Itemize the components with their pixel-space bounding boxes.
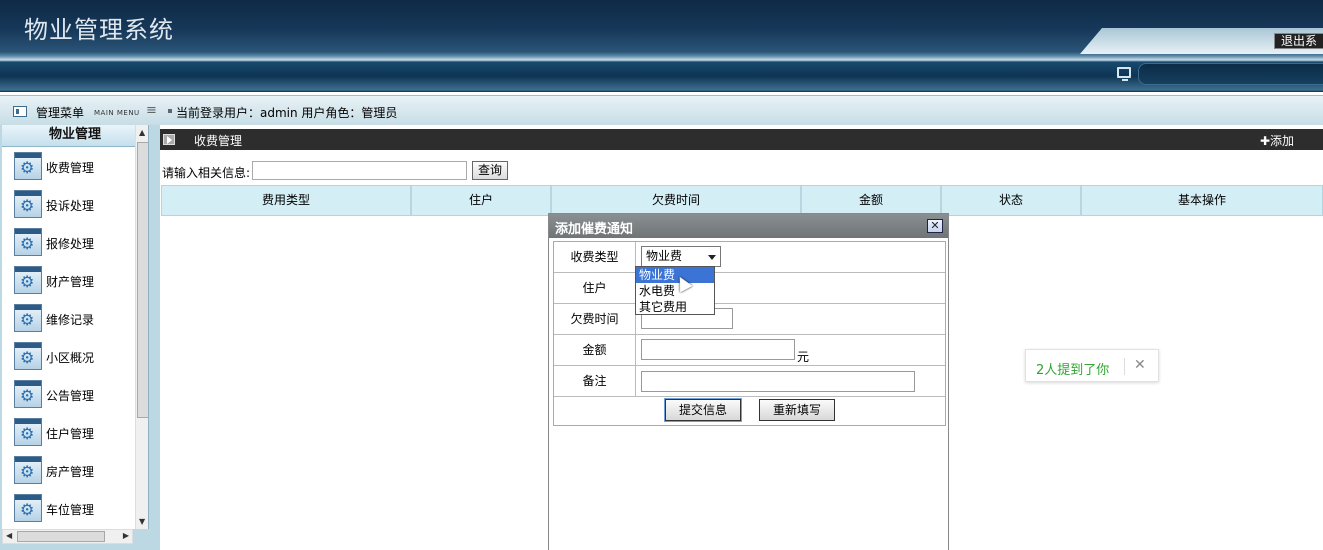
sidebar-item-parking[interactable]: ⚙ 车位管理 (2, 489, 134, 527)
sidebar-item-label: 车位管理 (46, 503, 95, 517)
add-notice-dialog: 添加催费通知 ✕ 收费类型 物业费 住户 欠费时间 金额 元 备注 提交信息 重… (548, 213, 949, 550)
reset-button[interactable]: 重新填写 (759, 399, 835, 421)
fee-type-select[interactable]: 物业费 (641, 246, 721, 267)
gear-icon: ⚙ (14, 380, 42, 408)
header-right-bar (1138, 63, 1323, 85)
sidebar-horizontal-scrollbar[interactable]: ◀ ▶ (2, 529, 133, 544)
main-title-bar: 收费管理 ✚添加 (160, 129, 1323, 150)
sidebar-item-label: 房产管理 (46, 465, 95, 479)
dialog-title: 添加催费通知 (555, 222, 634, 237)
monitor-icon[interactable] (1117, 67, 1131, 81)
sidebar-menu: 物业管理 ⚙ 收费管理 ⚙ 投诉处理 ⚙ 报修处理 ⚙ 财产管理 ⚙ 维修记录 … (2, 125, 149, 529)
form-row-arrear-time: 欠费时间 (554, 304, 945, 335)
close-icon[interactable]: ✕ (927, 219, 943, 233)
fee-type-option[interactable]: 水电费 (636, 283, 714, 299)
sidebar-item-label: 投诉处理 (46, 199, 95, 213)
close-icon[interactable]: ✕ (1134, 357, 1146, 373)
info-bar: 管理菜单 MAIN MENU ≡ 当前登录用户：admin 用户角色：管理员 (0, 95, 1323, 125)
app-header: 物业管理系统 退出系 (0, 0, 1323, 92)
toast-divider (1124, 358, 1125, 375)
amount-label: 金额 (554, 335, 636, 365)
gear-icon: ⚙ (14, 342, 42, 370)
search-row: 请输入相关信息: 查询 (160, 156, 1323, 182)
hamburger-icon[interactable]: ≡ (146, 103, 157, 118)
gear-icon: ⚙ (14, 304, 42, 332)
sidebar-item-repair-requests[interactable]: ⚙ 报修处理 (2, 223, 134, 261)
current-user-info: 当前登录用户：admin 用户角色：管理员 (167, 106, 398, 120)
play-icon (163, 134, 175, 145)
gear-icon: ⚙ (14, 494, 42, 522)
chevron-down-icon (708, 255, 716, 260)
form-row-remark: 备注 (554, 366, 945, 397)
form-row-fee-type: 收费类型 物业费 (554, 242, 945, 273)
fee-type-dropdown: 物业费 水电费 其它费用 (635, 266, 715, 315)
sidebar-item-label: 住户管理 (46, 427, 95, 441)
arrear-time-label: 欠费时间 (554, 304, 636, 334)
sidebar-item-label: 报修处理 (46, 237, 95, 251)
scrollbar-thumb[interactable] (137, 142, 148, 418)
menu-title-en: MAIN MENU (94, 109, 140, 117)
gear-icon: ⚙ (14, 152, 42, 180)
mention-toast: 2人提到了你 ✕ (1025, 349, 1159, 382)
gear-icon: ⚙ (14, 190, 42, 218)
menu-title: 管理菜单 (36, 106, 85, 120)
gear-icon: ⚙ (14, 456, 42, 484)
sidebar-item-label: 维修记录 (46, 313, 95, 327)
scrollbar-thumb[interactable] (17, 531, 105, 542)
fee-type-label: 收费类型 (554, 242, 636, 272)
menu-icon (13, 106, 27, 117)
search-input[interactable] (252, 161, 467, 180)
sidebar-item-label: 收费管理 (46, 161, 95, 175)
amount-input[interactable] (641, 339, 795, 360)
amount-unit: 元 (797, 350, 810, 364)
form-row-resident: 住户 (554, 273, 945, 304)
gear-icon: ⚙ (14, 418, 42, 446)
search-label: 请输入相关信息: (162, 166, 251, 180)
fee-type-selected-value: 物业费 (646, 249, 683, 263)
sidebar-vertical-scrollbar[interactable]: ▲ ▼ (135, 125, 148, 529)
logout-button[interactable]: 退出系 (1274, 33, 1323, 49)
sidebar-group-title[interactable]: 物业管理 (2, 125, 148, 147)
column-header-actions: 基本操作 (1177, 193, 1226, 207)
sidebar-item-announcements[interactable]: ⚙ 公告管理 (2, 375, 134, 413)
sidebar-item-label: 小区概况 (46, 351, 95, 365)
sidebar-item-property-assets[interactable]: ⚙ 财产管理 (2, 261, 134, 299)
column-header-arrear-time: 欠费时间 (552, 186, 802, 215)
remark-label: 备注 (554, 366, 636, 396)
column-header-amount: 金额 (802, 186, 942, 215)
column-header-resident: 住户 (412, 186, 552, 215)
fee-type-option[interactable]: 其它费用 (636, 299, 714, 315)
sidebar-item-label: 财产管理 (46, 275, 95, 289)
scroll-left-icon[interactable]: ◀ (6, 531, 12, 540)
sidebar-item-fee-management[interactable]: ⚙ 收费管理 (2, 147, 134, 185)
search-button[interactable]: 查询 (472, 161, 508, 180)
page-title: 收费管理 (194, 134, 243, 148)
dialog-title-bar[interactable]: 添加催费通知 ✕ (549, 214, 948, 238)
sidebar-item-residents[interactable]: ⚙ 住户管理 (2, 413, 134, 451)
sidebar-item-label: 公告管理 (46, 389, 95, 403)
scroll-right-icon[interactable]: ▶ (123, 531, 129, 540)
sidebar-item-complaints[interactable]: ⚙ 投诉处理 (2, 185, 134, 223)
gear-icon: ⚙ (14, 266, 42, 294)
app-title: 物业管理系统 (24, 16, 174, 44)
gear-icon: ⚙ (14, 228, 42, 256)
sidebar-item-community-overview[interactable]: ⚙ 小区概况 (2, 337, 134, 375)
add-button[interactable]: ✚添加 (1260, 132, 1294, 149)
scroll-up-icon[interactable]: ▲ (139, 128, 145, 137)
sidebar: 物业管理 ⚙ 收费管理 ⚙ 投诉处理 ⚙ 报修处理 ⚙ 财产管理 ⚙ 维修记录 … (0, 125, 160, 550)
submit-button[interactable]: 提交信息 (665, 399, 741, 421)
resident-label: 住户 (554, 273, 636, 303)
notice-form: 收费类型 物业费 住户 欠费时间 金额 元 备注 提交信息 重新填写 (553, 241, 946, 426)
form-row-amount: 金额 元 (554, 335, 945, 366)
sidebar-item-maintenance-records[interactable]: ⚙ 维修记录 (2, 299, 134, 337)
toast-message[interactable]: 2人提到了你 (1036, 359, 1109, 378)
column-header-fee-type: 费用类型 (162, 186, 412, 215)
sidebar-item-real-estate[interactable]: ⚙ 房产管理 (2, 451, 134, 489)
scroll-down-icon[interactable]: ▼ (139, 517, 145, 526)
column-header-status: 状态 (942, 186, 1082, 215)
remark-input[interactable] (641, 371, 915, 392)
table-header: 费用类型 住户 欠费时间 金额 状态 基本操作 (161, 185, 1323, 216)
